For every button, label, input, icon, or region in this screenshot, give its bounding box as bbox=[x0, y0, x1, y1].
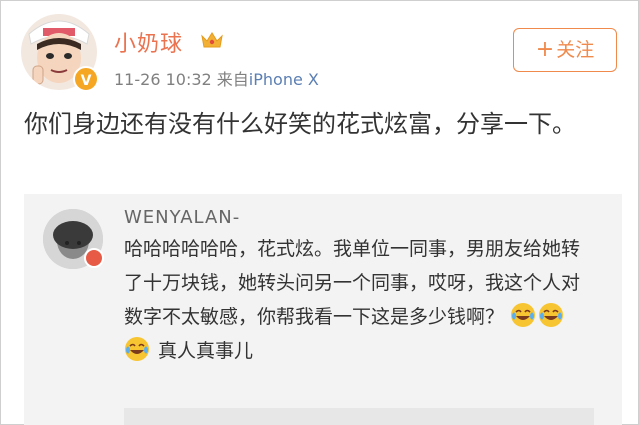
post-text: 你们身边还有没有什么好笑的花式炫富，分享一下。 bbox=[24, 110, 576, 138]
laugh-cry-emoji-icon bbox=[539, 303, 564, 327]
star-badge-icon bbox=[84, 248, 104, 268]
post-meta: 11-26 10:32 来自iPhone X bbox=[114, 66, 319, 90]
comment-text: 哈哈哈哈哈哈，花式炫。我单位一同事，男朋友给她转了十万块钱，她转头问另一个同事，… bbox=[124, 232, 594, 368]
laugh-cry-emoji-icon bbox=[511, 303, 536, 327]
commenter-username[interactable]: WENYALAN- bbox=[124, 207, 240, 228]
source-prefix: 来自 bbox=[216, 70, 249, 89]
laugh-cry-emoji-icon bbox=[125, 337, 149, 361]
media-preview-strip bbox=[124, 408, 594, 425]
username[interactable]: 小奶球 bbox=[114, 26, 183, 58]
comment-tail: 真人真事儿 bbox=[158, 340, 254, 362]
crown-vip-icon bbox=[201, 32, 223, 48]
follow-label: 关注 bbox=[556, 39, 595, 61]
follow-button[interactable]: + 关注 bbox=[513, 28, 617, 72]
verified-badge-icon: V bbox=[73, 66, 99, 92]
timestamp: 11-26 10:32 bbox=[114, 70, 212, 89]
plus-icon: + bbox=[535, 37, 555, 62]
source-link[interactable]: iPhone X bbox=[249, 70, 319, 89]
